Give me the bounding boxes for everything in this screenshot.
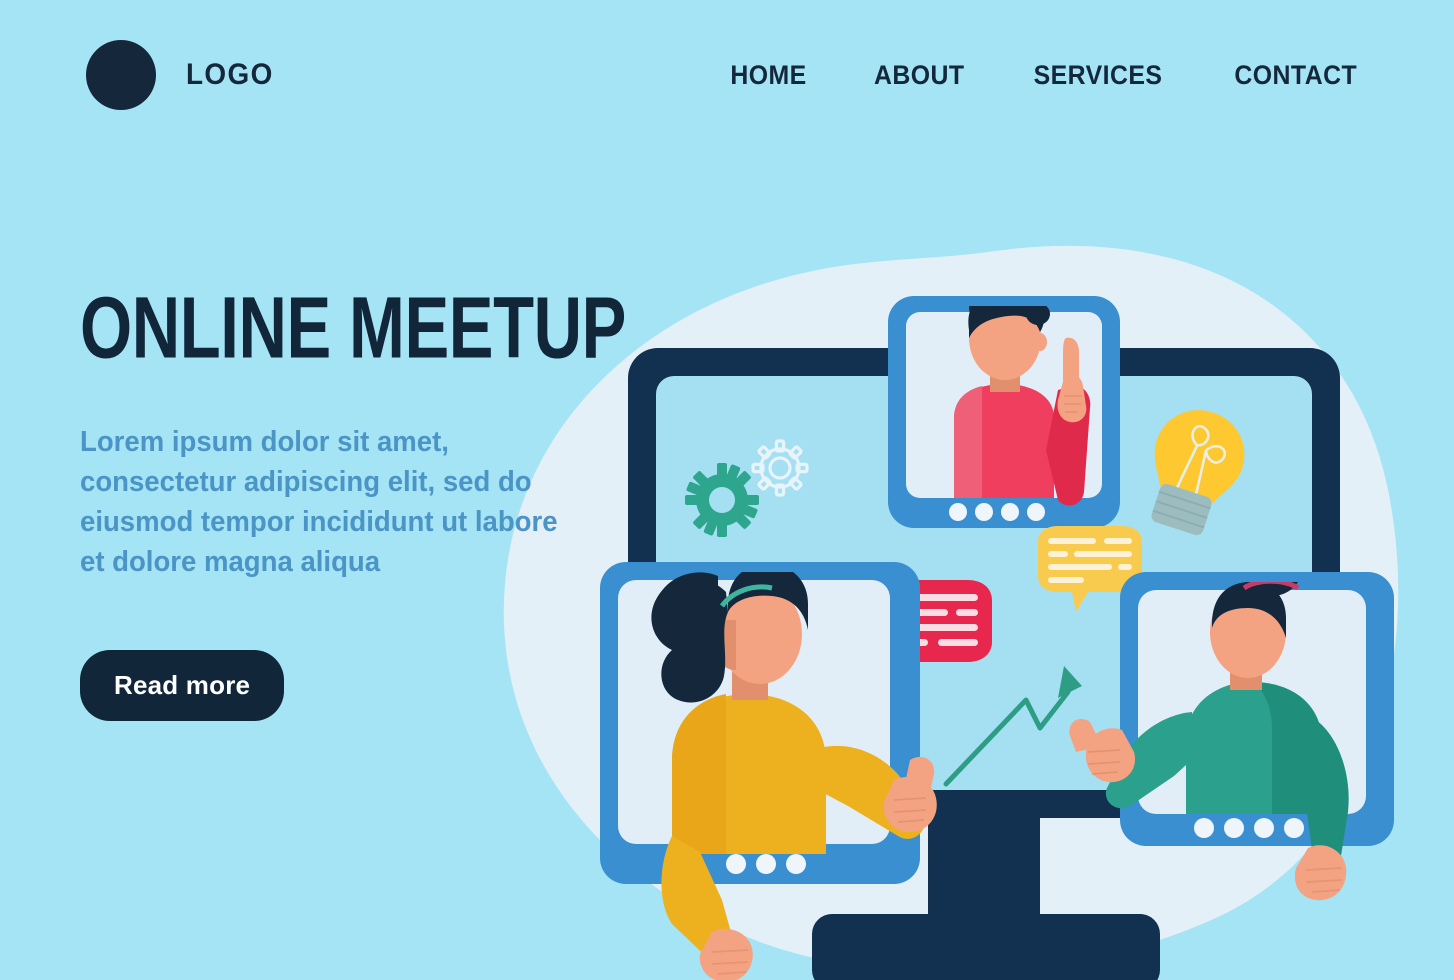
gear-solid-icon xyxy=(685,463,759,537)
nav-item-services[interactable]: SERVICES xyxy=(1034,60,1163,91)
read-more-button[interactable]: Read more xyxy=(80,649,285,721)
hero-description: Lorem ipsum dolor sit amet, consectetur … xyxy=(80,425,558,578)
main-navigation: HOME ABOUT SERVICES CONTACT xyxy=(727,60,1368,91)
hero-section: ONLINE MEETUP Lorem ipsum dolor sit amet… xyxy=(80,277,640,721)
video-window-top xyxy=(888,296,1120,528)
logo-text: LOGO xyxy=(186,58,274,91)
nav-item-home[interactable]: HOME xyxy=(730,60,806,91)
video-window-left-dots xyxy=(726,854,806,874)
brand-logo[interactable]: LOGO xyxy=(86,40,280,110)
circle-logo-mark-icon xyxy=(86,40,156,110)
page-title: ONLINE MEETUP xyxy=(80,277,626,377)
nav-item-contact[interactable]: CONTACT xyxy=(1234,60,1357,91)
nav-item-about[interactable]: ABOUT xyxy=(874,60,965,91)
landing-page: LOGO HOME ABOUT SERVICES CONTACT ONLINE … xyxy=(0,0,1454,980)
site-header: LOGO HOME ABOUT SERVICES CONTACT xyxy=(0,0,1454,150)
